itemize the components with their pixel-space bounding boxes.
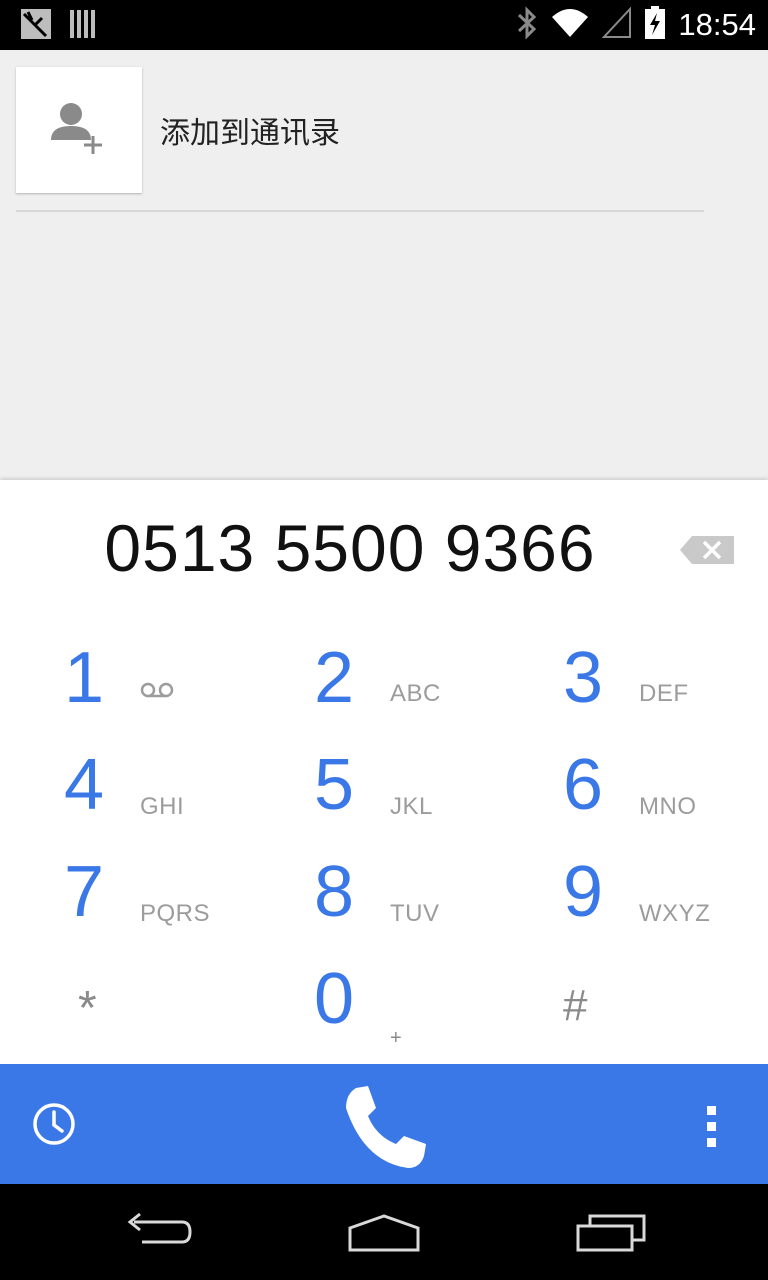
key-5[interactable]: 5 JKL [254, 737, 510, 844]
key-letters: DEF [639, 680, 689, 707]
key-letters: + [390, 1027, 402, 1049]
backspace-button[interactable] [680, 536, 738, 566]
key-digit: 6 [563, 745, 604, 825]
key-digit: 7 [64, 852, 105, 932]
add-to-contacts-row[interactable]: 添加到通讯录 [16, 66, 704, 194]
dialer-action-bar [0, 1064, 768, 1184]
dialed-number[interactable]: 0513 5500 9366 [0, 510, 700, 586]
key-1[interactable]: 1 [4, 630, 260, 737]
key-letters: PQRS [140, 900, 211, 927]
key-digit: # [563, 981, 588, 1030]
key-digit: 3 [563, 638, 604, 718]
add-contact-label: 添加到通讯录 [160, 116, 340, 151]
backspace-icon [680, 536, 734, 568]
navigation-bar [0, 1184, 768, 1280]
home-icon [340, 1214, 430, 1260]
key-4[interactable]: 4 GHI [4, 737, 260, 844]
add-contact-avatar [16, 67, 142, 193]
key-digit: 1 [64, 638, 105, 718]
key-letters: ABC [390, 680, 441, 707]
suggestion-area: 添加到通讯录 [0, 50, 768, 480]
clock-time: 18:54 [678, 7, 756, 42]
status-bar: 18:54 [0, 0, 768, 50]
bluetooth-icon [516, 5, 538, 46]
key-2[interactable]: 2 ABC [254, 630, 510, 737]
recent-apps-button[interactable] [566, 1208, 656, 1256]
notification-icon [20, 8, 52, 45]
voicemail-icon [140, 682, 174, 703]
overflow-menu-button[interactable] [698, 1102, 726, 1150]
key-6[interactable]: 6 MNO [503, 737, 759, 844]
phone-icon [338, 1086, 430, 1178]
key-3[interactable]: 3 DEF [503, 630, 759, 737]
back-button[interactable] [114, 1208, 204, 1256]
add-person-icon [49, 98, 109, 163]
key-8[interactable]: 8 TUV [254, 844, 510, 951]
clock-icon [30, 1103, 78, 1152]
key-7[interactable]: 7 PQRS [4, 844, 260, 951]
key-letters: WXYZ [639, 900, 711, 927]
key-digit: * [78, 982, 97, 1035]
recent-apps-icon [566, 1214, 656, 1260]
back-icon [114, 1212, 204, 1260]
signal-icon [602, 5, 632, 44]
home-button[interactable] [340, 1208, 430, 1256]
key-0[interactable]: 0 + [254, 951, 510, 1058]
key-digit: 2 [314, 638, 355, 718]
key-letters: GHI [140, 793, 185, 820]
battery-charging-icon [644, 5, 666, 45]
divider [16, 210, 704, 212]
dialpad: 0513 5500 9366 1 2 ABC 3 DEF 4 GHI 5 JKL… [0, 480, 768, 1064]
more-vert-icon [698, 1106, 726, 1154]
key-digit: 0 [314, 959, 355, 1039]
key-9[interactable]: 9 WXYZ [503, 844, 759, 951]
key-pound[interactable]: # [503, 951, 759, 1058]
key-letters: JKL [390, 793, 433, 820]
key-digit: 5 [314, 745, 355, 825]
wifi-icon [550, 7, 590, 44]
key-letters: TUV [390, 900, 440, 927]
key-letters: MNO [639, 793, 697, 820]
call-button[interactable] [338, 1082, 430, 1174]
key-star[interactable]: * [4, 951, 260, 1058]
key-digit: 9 [563, 852, 604, 932]
call-history-button[interactable] [30, 1100, 78, 1148]
barcode-icon [70, 9, 98, 44]
key-digit: 4 [64, 745, 105, 825]
key-digit: 8 [314, 852, 355, 932]
